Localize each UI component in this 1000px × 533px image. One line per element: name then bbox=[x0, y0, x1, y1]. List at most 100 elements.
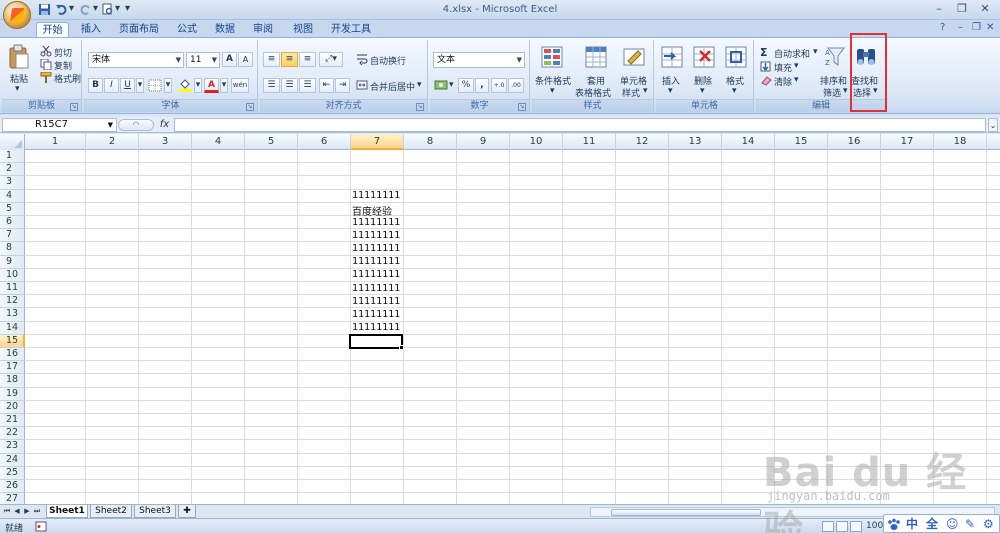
first-sheet-icon[interactable]: ⏮ bbox=[2, 506, 12, 517]
row-header-1[interactable]: 1 bbox=[0, 150, 25, 164]
row-header-13[interactable]: 13 bbox=[0, 308, 25, 322]
office-button[interactable] bbox=[3, 1, 31, 29]
row-header-17[interactable]: 17 bbox=[0, 361, 25, 375]
row-header-20[interactable]: 20 bbox=[0, 400, 25, 414]
column-header-1[interactable]: 1 bbox=[25, 134, 86, 150]
clear-dropdown-icon[interactable]: ▾ bbox=[794, 75, 799, 85]
cell-r7-c7[interactable]: 11111111 bbox=[352, 230, 400, 241]
paste-dropdown-icon[interactable]: ▾ bbox=[15, 84, 20, 94]
cell-r14-c7[interactable]: 11111111 bbox=[352, 322, 400, 333]
formula-bar-toggle[interactable]: ◠ bbox=[118, 119, 154, 131]
fill-color-icon[interactable] bbox=[178, 78, 193, 92]
horizontal-scroll-thumb[interactable] bbox=[611, 509, 761, 516]
increase-indent-button[interactable]: ⇥ bbox=[335, 78, 350, 93]
autosum-button[interactable]: 自动求和 bbox=[774, 47, 810, 60]
copy-icon[interactable] bbox=[40, 59, 52, 70]
decrease-decimal-button[interactable]: .00 bbox=[508, 78, 524, 93]
column-header-16[interactable]: 16 bbox=[828, 134, 881, 150]
format-cells-icon[interactable] bbox=[724, 45, 748, 69]
accounting-dropdown-icon[interactable]: ▾ bbox=[449, 80, 454, 90]
align-middle-button[interactable]: ≡ bbox=[281, 52, 298, 67]
sheet-tab-1[interactable]: Sheet1 bbox=[46, 505, 88, 518]
row-header-27[interactable]: 27 bbox=[0, 493, 25, 504]
merge-center-button[interactable]: 合并后居中 bbox=[370, 80, 415, 93]
fill-color-dropdown-icon[interactable]: ▾ bbox=[194, 78, 202, 93]
row-header-10[interactable]: 10 bbox=[0, 268, 25, 282]
insert-cells-icon[interactable] bbox=[660, 45, 684, 69]
prev-sheet-icon[interactable]: ◀ bbox=[12, 506, 22, 517]
underline-button[interactable]: U bbox=[120, 78, 135, 93]
alignment-launcher-icon[interactable]: ↘ bbox=[416, 103, 424, 111]
sort-filter-icon[interactable]: AZ bbox=[824, 45, 846, 69]
underline-dropdown-icon[interactable]: ▾ bbox=[136, 78, 144, 93]
row-header-14[interactable]: 14 bbox=[0, 321, 25, 335]
column-header-17[interactable]: 17 bbox=[881, 134, 934, 150]
align-center-button[interactable]: ☰ bbox=[281, 78, 298, 93]
baidu-paw-icon[interactable] bbox=[887, 518, 901, 531]
row-header-7[interactable]: 7 bbox=[0, 229, 25, 243]
number-format-select[interactable]: 文本 ▼ bbox=[433, 52, 525, 68]
align-top-button[interactable]: ≡ bbox=[263, 52, 280, 67]
name-box-dropdown-icon[interactable]: ▼ bbox=[108, 119, 113, 131]
column-header-15[interactable]: 15 bbox=[775, 134, 828, 150]
row-header-12[interactable]: 12 bbox=[0, 295, 25, 309]
close-button[interactable]: ✕ bbox=[976, 2, 994, 16]
worksheet-grid[interactable]: 1 2 3 4 5 6 7 8 9 10 11 12 13 14 15 16 17 18 11111111 百度经验… bbox=[0, 134, 1000, 504]
row-header-19[interactable]: 19 bbox=[0, 387, 25, 401]
minimize-button[interactable]: – bbox=[930, 2, 948, 16]
next-sheet-icon[interactable]: ▶ bbox=[22, 506, 32, 517]
cell-styles-label-line2[interactable]: 样式 bbox=[622, 86, 640, 99]
row-header-25[interactable]: 25 bbox=[0, 466, 25, 480]
ime-settings-icon[interactable]: ⚙ bbox=[983, 517, 994, 531]
increase-decimal-button[interactable]: +.0 bbox=[491, 78, 507, 93]
align-left-button[interactable]: ☰ bbox=[263, 78, 280, 93]
number-launcher-icon[interactable]: ↘ bbox=[518, 103, 526, 111]
cut-icon[interactable] bbox=[40, 46, 52, 57]
font-size-select[interactable]: 11 ▼ bbox=[186, 52, 220, 68]
page-layout-view-button[interactable] bbox=[836, 521, 848, 532]
phonetic-button[interactable]: wén bbox=[231, 78, 249, 93]
row-header-22[interactable]: 22 bbox=[0, 427, 25, 441]
autosum-dropdown-icon[interactable]: ▾ bbox=[813, 47, 818, 57]
format-as-table-icon[interactable] bbox=[584, 45, 608, 69]
fill-button[interactable]: 填充 bbox=[774, 61, 792, 74]
cell-styles-icon[interactable] bbox=[622, 45, 646, 69]
column-header-3[interactable]: 3 bbox=[139, 134, 192, 150]
font-color-button[interactable]: A bbox=[204, 78, 219, 93]
row-header-4[interactable]: 4 bbox=[0, 189, 25, 203]
ime-fullwidth[interactable]: 全 bbox=[926, 517, 938, 531]
restore-button[interactable]: ❐ bbox=[953, 2, 971, 16]
cell-r11-c7[interactable]: 11111111 bbox=[352, 283, 400, 294]
delete-cells-icon[interactable] bbox=[692, 45, 716, 69]
align-right-button[interactable]: ☰ bbox=[299, 78, 316, 93]
format-cells-dropdown-icon[interactable]: ▾ bbox=[732, 86, 737, 96]
borders-dropdown-icon[interactable]: ▾ bbox=[164, 78, 172, 93]
row-header-2[interactable]: 2 bbox=[0, 163, 25, 177]
row-header-11[interactable]: 11 bbox=[0, 282, 25, 296]
column-header-9[interactable]: 9 bbox=[457, 134, 510, 150]
grow-font-button[interactable]: A bbox=[222, 52, 237, 67]
format-as-table-label-line2[interactable]: 表格格式 bbox=[575, 86, 611, 99]
row-header-8[interactable]: 8 bbox=[0, 242, 25, 256]
insert-function-button[interactable]: fx bbox=[157, 118, 172, 132]
name-box[interactable]: R15C7 ▼ bbox=[2, 118, 117, 132]
tab-developer[interactable]: 开发工具 bbox=[328, 22, 374, 38]
sort-filter-dropdown-icon[interactable]: ▾ bbox=[843, 86, 848, 96]
active-cell-cursor[interactable] bbox=[349, 333, 403, 349]
cell-r12-c7[interactable]: 11111111 bbox=[352, 296, 400, 307]
row-header-6[interactable]: 6 bbox=[0, 216, 25, 230]
ribbon-restore-icon[interactable]: ❐ bbox=[972, 22, 981, 33]
autosum-icon[interactable]: Σ bbox=[760, 46, 768, 59]
clear-button[interactable]: 清除 bbox=[774, 75, 792, 88]
merge-center-dropdown-icon[interactable]: ▾ bbox=[417, 80, 422, 90]
tab-home[interactable]: 开始 bbox=[36, 22, 69, 38]
wrap-text-button[interactable]: 自动换行 bbox=[370, 54, 406, 67]
column-header-6[interactable]: 6 bbox=[298, 134, 351, 150]
tab-page-layout[interactable]: 页面布局 bbox=[116, 22, 162, 38]
format-painter-icon[interactable] bbox=[40, 72, 52, 83]
row-header-3[interactable]: 3 bbox=[0, 176, 25, 190]
sheet-tab-2[interactable]: Sheet2 bbox=[90, 505, 132, 518]
tab-review[interactable]: 审阅 bbox=[248, 22, 278, 38]
wrap-text-icon[interactable] bbox=[356, 53, 368, 65]
column-header-4[interactable]: 4 bbox=[192, 134, 245, 150]
